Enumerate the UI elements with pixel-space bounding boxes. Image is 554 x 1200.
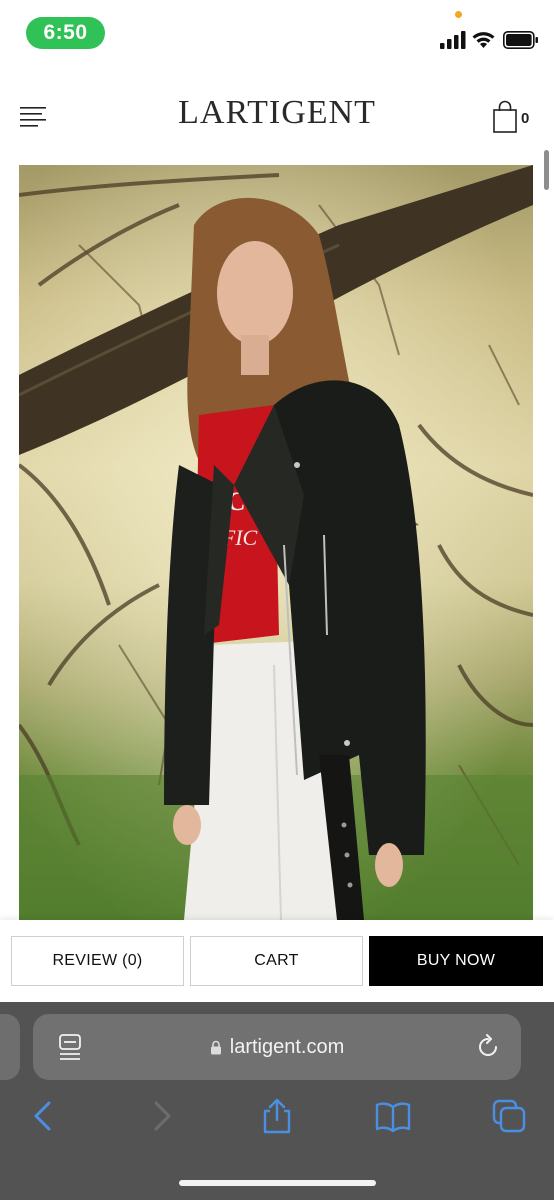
status-time: 6:50 [26, 17, 105, 49]
wifi-icon [472, 32, 495, 48]
status-bar: 6:50 [0, 0, 554, 70]
shopping-bag-icon[interactable] [493, 100, 517, 133]
site-header: LARTIGENT 0 [0, 70, 554, 190]
purchase-action-bar: REVIEW (0) CART BUY NOW [0, 920, 554, 1002]
bookmarks-icon[interactable] [375, 1098, 411, 1134]
brand-logo[interactable]: LARTIGENT [0, 94, 554, 132]
home-indicator[interactable] [179, 1180, 376, 1186]
url-display[interactable]: lartigent.com [33, 1014, 521, 1080]
address-bar[interactable]: lartigent.com [33, 1014, 521, 1080]
cellular-signal-icon [440, 31, 466, 49]
product-photo: JACQ LA FIC [19, 165, 533, 920]
url-text: lartigent.com [229, 1035, 345, 1058]
battery-icon [503, 31, 538, 49]
cart-count: 0 [521, 110, 530, 127]
reload-icon[interactable] [475, 1034, 501, 1060]
review-button[interactable]: REVIEW (0) [11, 936, 184, 986]
buy-now-button[interactable]: BUY NOW [369, 936, 543, 986]
lock-icon [210, 1040, 221, 1054]
share-icon[interactable] [259, 1098, 295, 1134]
scrollbar[interactable] [544, 150, 549, 190]
product-image[interactable]: JACQ LA FIC [19, 165, 533, 920]
forward-icon[interactable] [144, 1098, 180, 1134]
browser-toolbar: lartigent.com [0, 1002, 554, 1200]
back-icon[interactable] [25, 1098, 61, 1134]
add-to-cart-button[interactable]: CART [190, 936, 363, 986]
previous-tab-preview[interactable] [0, 1014, 20, 1080]
privacy-indicator-dot [455, 11, 462, 18]
tabs-icon[interactable] [491, 1098, 527, 1134]
